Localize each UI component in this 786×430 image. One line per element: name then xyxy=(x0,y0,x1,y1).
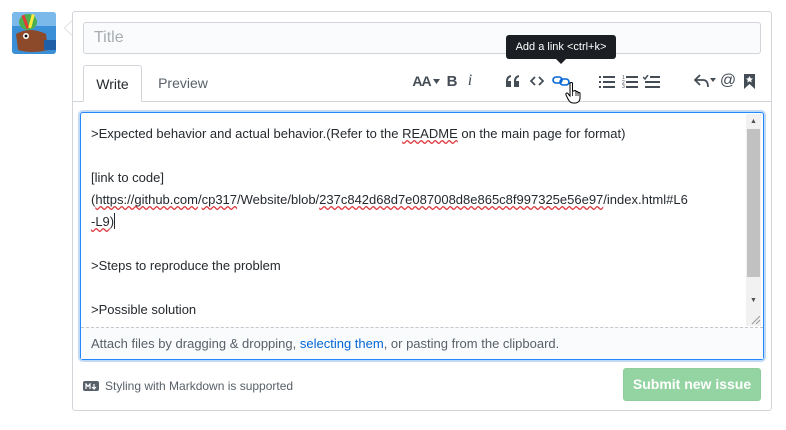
avatar-image xyxy=(12,12,56,54)
bookmark-icon[interactable] xyxy=(742,70,756,92)
text-size-label: AA xyxy=(412,73,431,89)
svg-text:3: 3 xyxy=(622,84,625,88)
bookmark-glyph xyxy=(743,73,755,89)
avatar[interactable] xyxy=(12,12,56,54)
scroll-down-arrow-icon[interactable]: ▼ xyxy=(746,293,761,308)
editor-line: [link to code] xyxy=(91,170,164,185)
ordered-list-glyph: 1 2 3 xyxy=(622,75,638,88)
submit-new-issue-button[interactable]: Submit new issue xyxy=(623,368,761,401)
editor-line: >Steps to reproduce the problem xyxy=(91,258,281,273)
tooltip-caret xyxy=(556,59,566,64)
markdown-note[interactable]: Styling with Markdown is supported xyxy=(83,378,293,394)
reply-icon[interactable] xyxy=(693,70,717,92)
reply-glyph xyxy=(694,74,716,88)
editor-line: (https://github.com/cp317/Website/blob/2… xyxy=(91,192,688,207)
card-pointer-fill xyxy=(65,21,72,35)
task-list-icon[interactable] xyxy=(642,70,660,92)
bold-icon[interactable]: B xyxy=(445,70,459,92)
dropzone-text: Attach files by dragging & dropping, xyxy=(91,336,300,351)
markdown-note-text: Styling with Markdown is supported xyxy=(105,379,294,393)
title-input[interactable] xyxy=(83,22,761,54)
quote-glyph xyxy=(506,75,519,87)
hand-cursor-icon xyxy=(565,82,581,104)
issue-body-textarea[interactable]: >Expected behavior and actual behavior.(… xyxy=(80,112,764,360)
editor-line: >Expected behavior and actual behavior.(… xyxy=(91,126,626,141)
resize-grip-icon[interactable] xyxy=(750,314,761,325)
tab-preview[interactable]: Preview xyxy=(150,65,216,102)
quote-icon[interactable] xyxy=(504,70,522,92)
chevron-down-icon xyxy=(432,78,440,84)
code-icon[interactable] xyxy=(529,70,545,92)
editor-line: -L9) xyxy=(91,213,116,229)
mention-icon[interactable]: @ xyxy=(719,70,737,92)
markdown-glyph xyxy=(85,382,97,390)
link-tooltip: Add a link <ctrl+k> xyxy=(506,35,616,59)
italic-icon[interactable]: i xyxy=(464,70,476,92)
tab-write[interactable]: Write xyxy=(83,65,142,102)
editor-content: >Expected behavior and actual behavior.(… xyxy=(91,123,741,321)
markdown-icon xyxy=(83,381,99,391)
dropzone-text-end: , or pasting from the clipboard. xyxy=(383,336,560,351)
ordered-list-icon[interactable]: 1 2 3 xyxy=(621,70,639,92)
editor-line: >Possible solution xyxy=(91,302,197,317)
scroll-up-arrow-icon[interactable]: ▲ xyxy=(746,114,761,129)
text-size-icon[interactable]: AA xyxy=(411,70,441,92)
text-caret xyxy=(114,213,116,229)
scroll-thumb[interactable] xyxy=(747,129,760,277)
task-list-glyph xyxy=(642,74,660,88)
select-files-link[interactable]: selecting them xyxy=(300,336,384,351)
unordered-list-icon[interactable] xyxy=(598,70,616,92)
attach-files-dropzone[interactable]: Attach files by dragging & dropping, sel… xyxy=(81,327,763,359)
code-glyph xyxy=(530,76,544,86)
unordered-list-glyph xyxy=(599,75,615,88)
